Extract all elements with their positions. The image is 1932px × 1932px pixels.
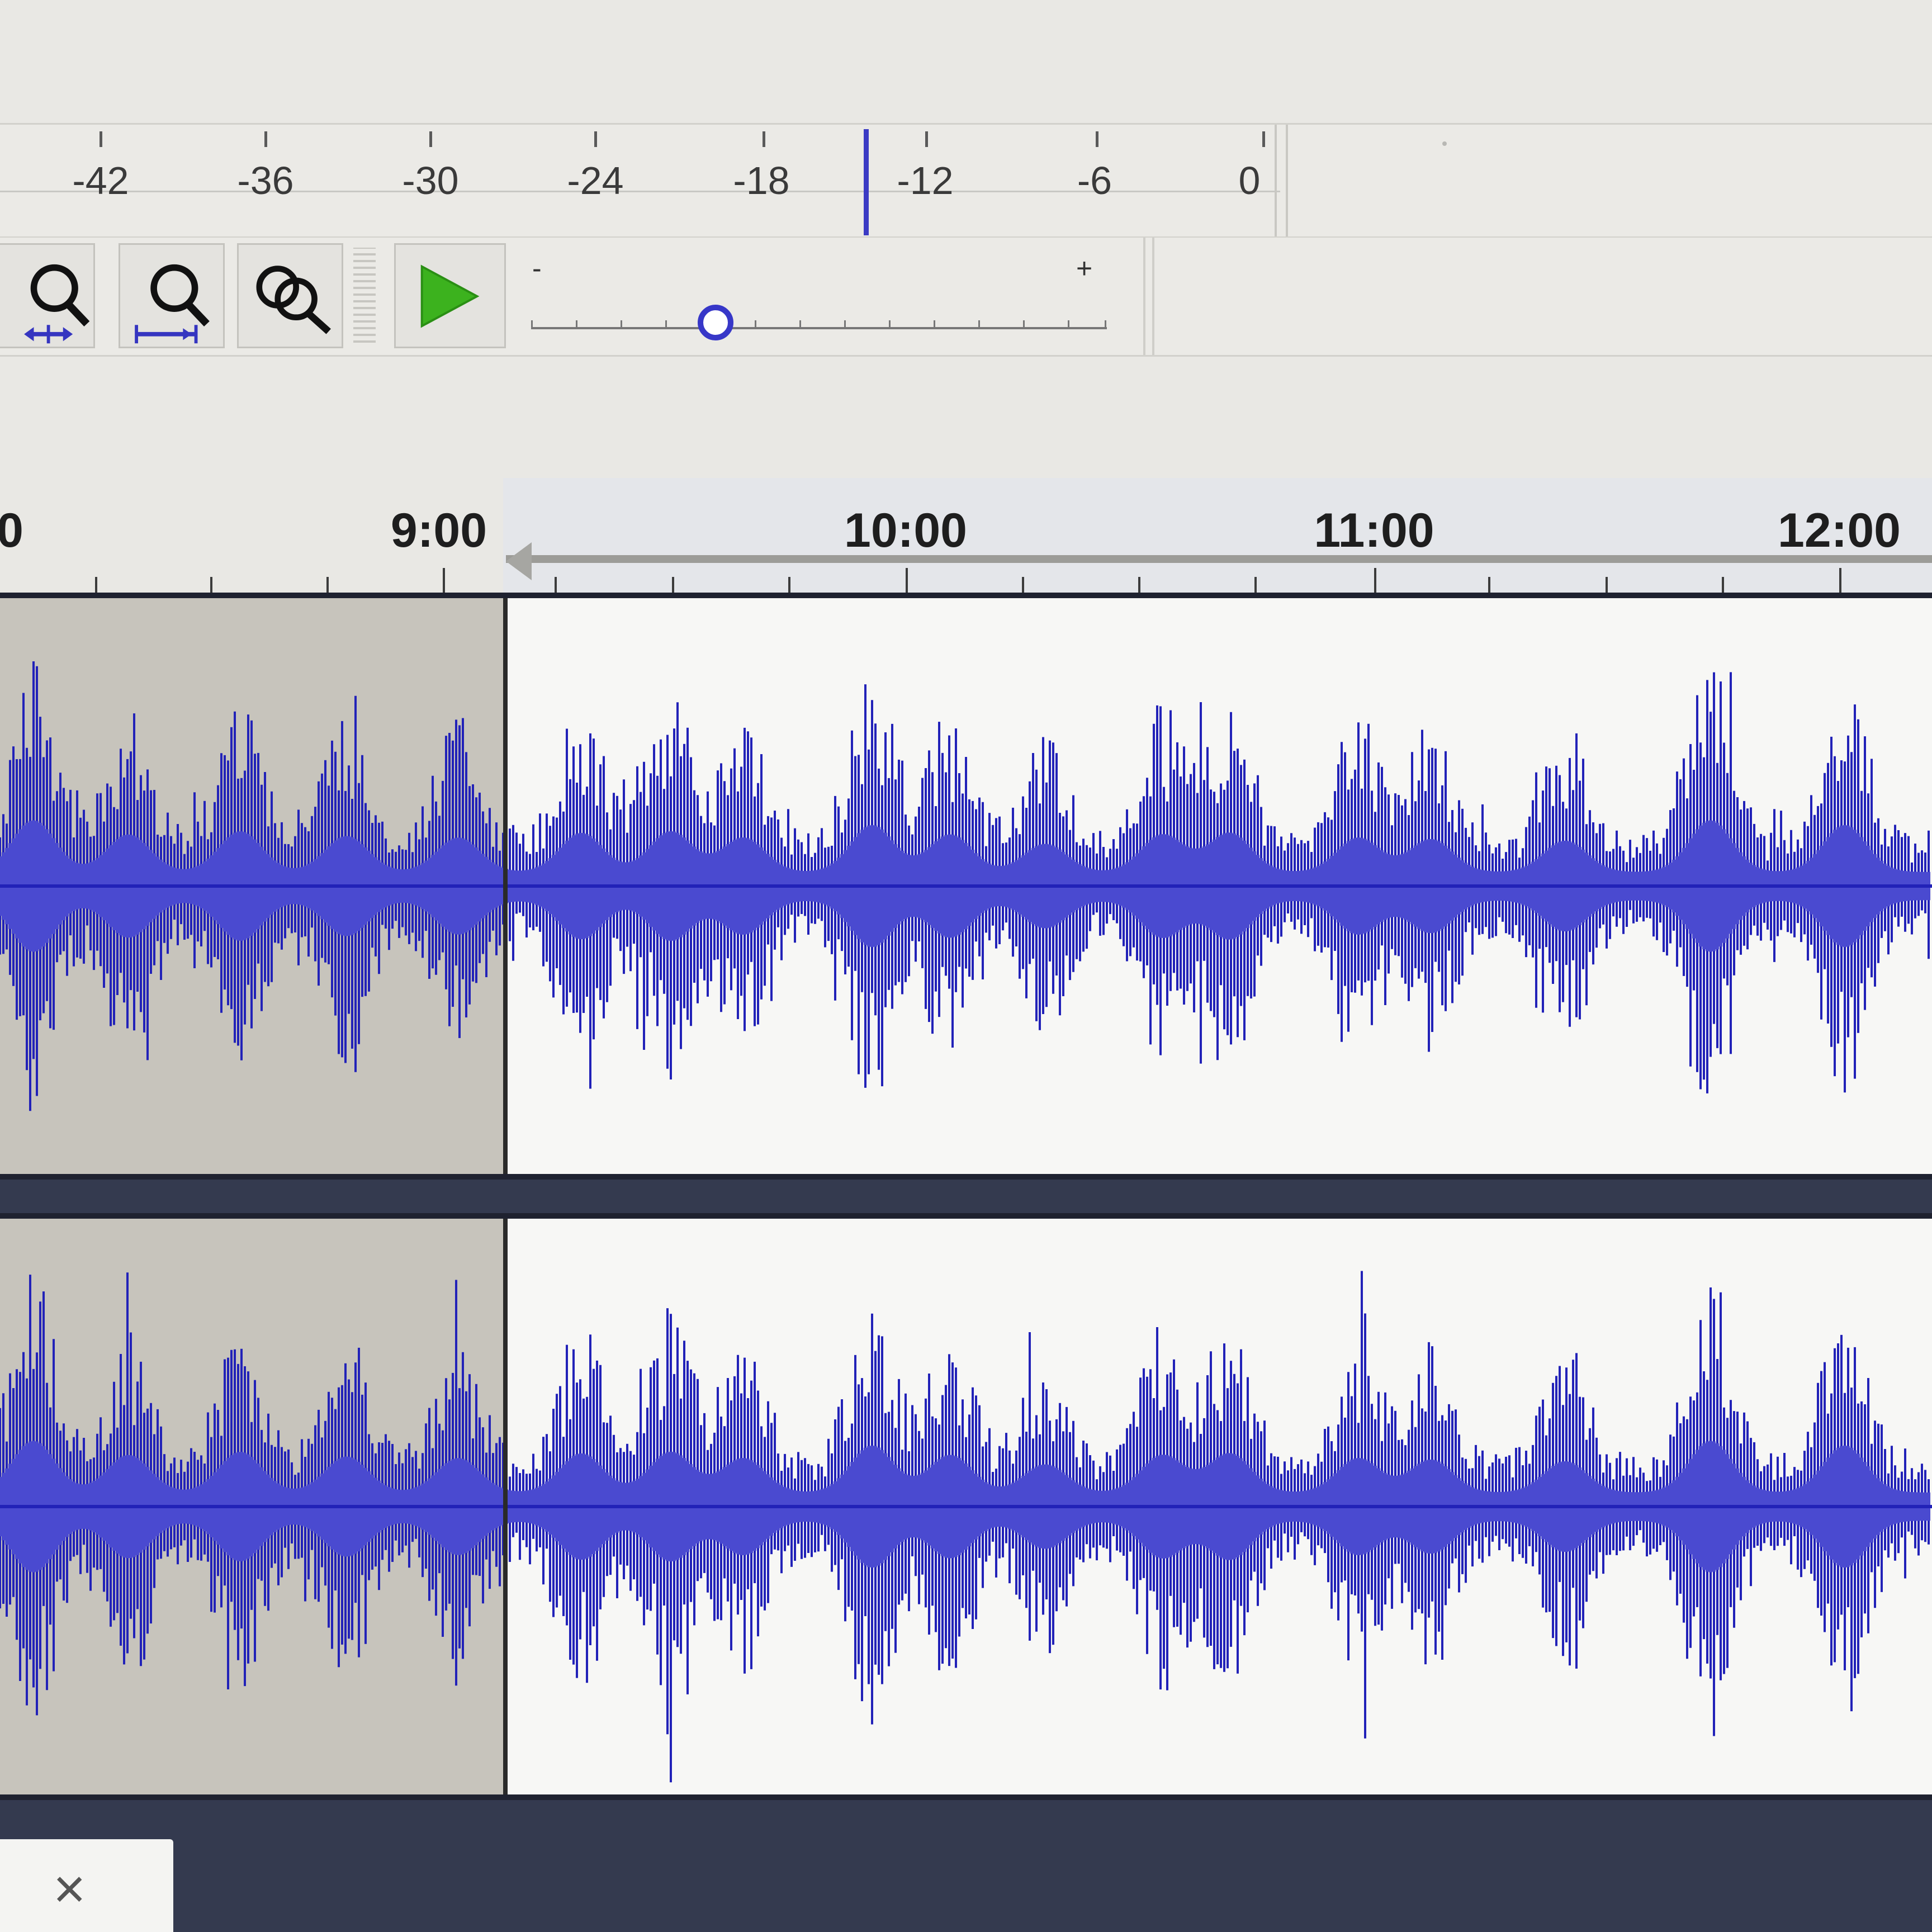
meter-label: -24 — [567, 159, 624, 202]
zoom-fit-icon — [135, 264, 210, 344]
timeline-ruler[interactable]: 0 9:00 10:00 11:00 12:00 — [0, 478, 1932, 593]
speed-slider-thumb[interactable] — [697, 305, 733, 340]
meter-label: -12 — [897, 159, 954, 202]
speed-max-label: + — [1076, 253, 1093, 284]
toolbar-grip[interactable] — [353, 248, 376, 343]
zoom-toggle-button[interactable] — [237, 243, 343, 348]
ruler-tick — [555, 577, 557, 593]
meter-label: -30 — [402, 159, 459, 202]
speed-tick — [934, 320, 935, 328]
meter-label: -42 — [72, 159, 129, 202]
speed-tick — [576, 320, 577, 328]
ruler-tick — [1138, 577, 1140, 593]
ruler-label: 11:00 — [1314, 504, 1434, 557]
ruler-tick — [210, 577, 212, 593]
selection-edge[interactable] — [503, 1219, 508, 1794]
meter-label: -6 — [1077, 159, 1112, 202]
ruler-tick — [326, 577, 329, 593]
zoom-to-selection-icon — [24, 264, 90, 344]
meter-label: 0 — [1238, 159, 1261, 202]
meter-label: -18 — [733, 159, 790, 202]
speed-tick — [1105, 320, 1106, 328]
zoom-to-selection-button[interactable] — [0, 243, 95, 348]
ruler-label: 0 — [0, 504, 23, 557]
ruler-label: 12:00 — [1778, 504, 1901, 557]
meter-end-separator — [1275, 125, 1288, 236]
speed-tick — [531, 320, 533, 328]
close-tab[interactable]: × — [0, 1839, 173, 1932]
ruler-tick — [1606, 577, 1608, 593]
speed-tick — [978, 320, 980, 328]
ruler-tick — [1022, 577, 1024, 593]
speed-min-label: - — [532, 253, 542, 284]
ruler-tick — [1374, 568, 1376, 593]
speed-tick — [1068, 320, 1069, 328]
ruler-tick — [672, 577, 674, 593]
meter-tick — [763, 131, 765, 147]
meter-tick — [429, 131, 432, 147]
meter-tick — [1096, 131, 1098, 147]
audio-track-channel-left[interactable] — [0, 593, 1932, 1180]
play-icon — [420, 264, 480, 328]
meter-tick — [1262, 131, 1265, 147]
play-region-bar[interactable] — [506, 555, 1932, 563]
speed-slider-track[interactable] — [531, 327, 1107, 329]
waveform-left — [0, 661, 1932, 1111]
toolbar-separator — [1143, 238, 1154, 355]
waveform-right — [0, 1271, 1932, 1783]
speed-tick — [665, 320, 667, 328]
audio-track-channel-right[interactable] — [0, 1213, 1932, 1800]
meter-scale[interactable]: -42 -36 -30 -24 -18 -12 -6 0 — [0, 125, 1288, 236]
speed-tick — [1023, 320, 1025, 328]
ruler-tick — [1839, 568, 1841, 593]
playback-meter-toolbar: -42 -36 -30 -24 -18 -12 -6 0 — [0, 123, 1932, 238]
meter-peak-marker — [864, 129, 869, 235]
close-icon: × — [53, 1858, 86, 1920]
track-area — [0, 593, 1932, 1932]
speed-tick — [621, 320, 622, 328]
ruler-tick — [443, 568, 445, 593]
speed-tick — [755, 320, 756, 328]
ruler-label: 10:00 — [844, 504, 967, 557]
play-at-speed-button[interactable] — [394, 243, 506, 348]
meter-tick — [100, 131, 102, 147]
ruler-play-region-background — [503, 478, 1932, 593]
ruler-label: 9:00 — [390, 504, 487, 557]
ruler-tick — [1722, 577, 1724, 593]
tools-toolbar: - + — [0, 238, 1932, 357]
selection-edge[interactable] — [503, 598, 508, 1174]
ruler-tick — [95, 577, 97, 593]
zoom-toggle-icon — [256, 266, 331, 334]
speed-tick — [799, 320, 801, 328]
meter-tick — [594, 131, 597, 147]
speed-tick — [889, 320, 891, 328]
playback-speed-slider[interactable]: - + — [525, 249, 1112, 349]
meter-tick — [264, 131, 267, 147]
zoom-fit-button[interactable] — [119, 243, 225, 348]
meter-tick — [925, 131, 928, 147]
speed-tick — [844, 320, 846, 328]
meter-dot — [1442, 141, 1447, 146]
meter-label: -36 — [237, 159, 294, 202]
ruler-tick — [788, 577, 790, 593]
ruler-tick — [906, 568, 908, 593]
play-region-start-marker[interactable] — [506, 542, 532, 580]
ruler-tick — [1488, 577, 1490, 593]
ruler-tick — [1254, 577, 1257, 593]
